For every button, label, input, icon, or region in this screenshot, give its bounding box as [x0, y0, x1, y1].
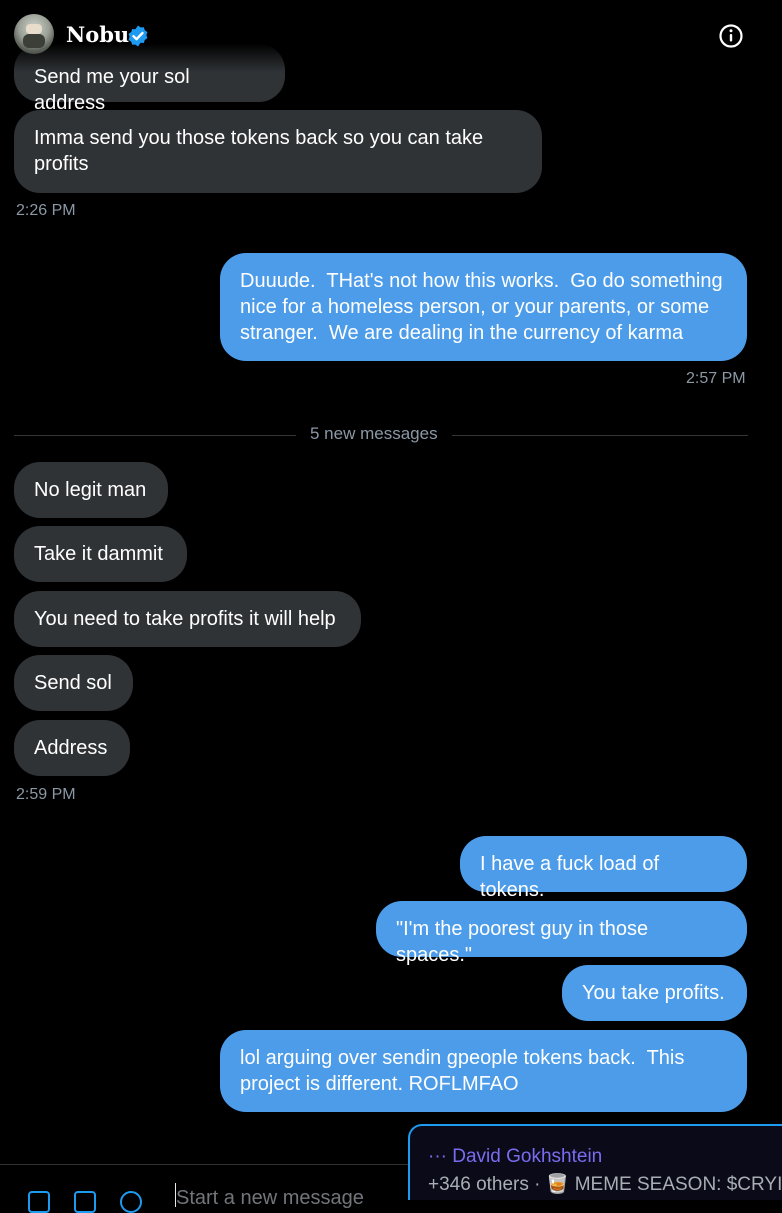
message-bubble-outgoing[interactable]: You take profits. [562, 965, 747, 1021]
conversation-title[interactable]: Nobu [66, 22, 129, 47]
spaces-details: +346 others · 🥃 MEME SEASON: $CRYI [428, 1174, 782, 1195]
spaces-dock[interactable]: ··· David Gokhshtein +346 others · 🥃 MEM… [408, 1124, 782, 1200]
message-timestamp: 2:57 PM [686, 370, 746, 387]
message-bubble-outgoing[interactable]: "I'm the poorest guy in those spaces." [376, 901, 747, 966]
image-icon[interactable] [28, 1191, 50, 1213]
message-bubble-outgoing[interactable]: lol arguing over sendin gpeople tokens b… [220, 1030, 747, 1112]
message-timestamp: 2:26 PM [16, 202, 76, 219]
emoji-icon[interactable] [120, 1191, 142, 1213]
message-bubble-incoming[interactable]: Imma send you those tokens back so you c… [14, 110, 542, 193]
spaces-host-name: ··· David Gokhshtein [428, 1146, 603, 1167]
gif-icon[interactable] [74, 1191, 96, 1213]
info-icon[interactable] [718, 23, 744, 49]
dm-conversation: Nobu Send me your sol address Imma send … [0, 0, 782, 1213]
message-bubble-incoming[interactable]: No legit man [14, 462, 168, 518]
message-bubble-outgoing[interactable]: Duuude. THat's not how this works. Go do… [220, 253, 747, 361]
message-timestamp: 2:59 PM [16, 786, 76, 803]
message-bubble-incoming[interactable]: Address [14, 720, 130, 776]
message-bubble-incoming[interactable]: Take it dammit [14, 526, 187, 582]
message-bubble-incoming[interactable]: Send sol [14, 655, 133, 711]
avatar-mask [23, 34, 45, 48]
avatar[interactable] [14, 14, 54, 54]
message-bubble-incoming[interactable]: You need to take profits it will help [14, 591, 361, 647]
verified-badge-icon [128, 25, 148, 47]
conversation-header: Nobu [0, 0, 782, 72]
new-messages-label: 5 new messages [296, 424, 452, 444]
message-bubble-outgoing[interactable]: I have a fuck load of tokens. [460, 836, 747, 901]
message-input[interactable]: Start a new message [176, 1187, 396, 1210]
avatar-face [26, 24, 42, 34]
